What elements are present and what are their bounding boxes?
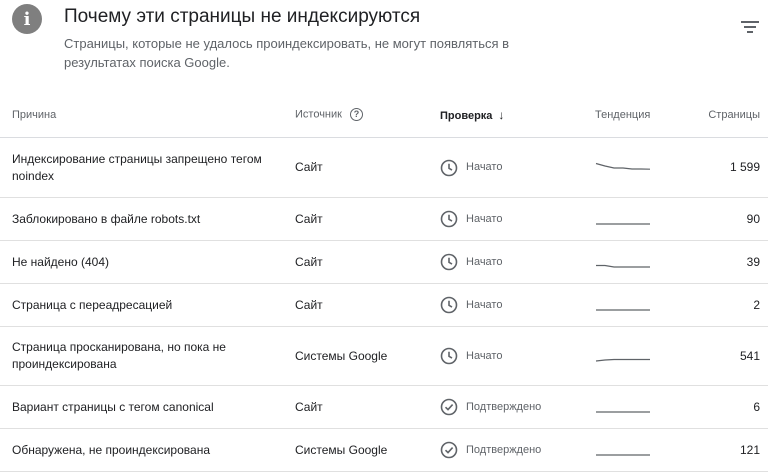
sparkline-path bbox=[596, 264, 650, 268]
trend-sparkline bbox=[596, 411, 650, 413]
status-text: Начато bbox=[466, 298, 503, 311]
page-title: Почему эти страницы не индексируются bbox=[64, 6, 421, 27]
check-circle-icon bbox=[440, 441, 466, 459]
check-cell: Начато bbox=[440, 240, 595, 284]
trend-cell bbox=[595, 428, 695, 472]
status-text: Подтверждено bbox=[466, 400, 542, 413]
check-cell: Начато bbox=[440, 283, 595, 327]
trend-sparkline bbox=[596, 454, 650, 456]
pages-cell: 121 bbox=[695, 428, 768, 472]
check-cell: Подтверждено bbox=[440, 428, 595, 472]
status-text: Подтверждено bbox=[466, 443, 542, 456]
table-row[interactable]: Страница с переадресацией Сайт Начато 2 bbox=[0, 283, 768, 327]
status-text: Начато bbox=[466, 255, 503, 268]
check-cell: Начато bbox=[440, 137, 595, 198]
clock-icon bbox=[440, 253, 466, 271]
reason-cell: Не найдено (404) bbox=[0, 240, 295, 284]
sparkline-path bbox=[595, 162, 651, 170]
table-row[interactable]: Не найдено (404) Сайт Начато 39 bbox=[0, 240, 768, 284]
sparkline-path bbox=[595, 358, 650, 362]
check-cell: Подтверждено bbox=[440, 385, 595, 429]
table-row[interactable]: Страница просканирована, но пока не прои… bbox=[0, 326, 768, 386]
reason-cell: Вариант страницы с тегом canonical bbox=[0, 385, 295, 429]
table-row[interactable]: Заблокировано в файле robots.txt Сайт Нача… bbox=[0, 197, 768, 241]
column-header-trend: Тенденция bbox=[595, 92, 695, 138]
source-cell: Системы Google bbox=[295, 326, 440, 386]
reason-cell: Заблокировано в файле robots.txt bbox=[0, 197, 295, 241]
pages-cell: 541 bbox=[695, 326, 768, 386]
trend-sparkline bbox=[595, 162, 651, 170]
column-header-pages[interactable]: Страницы bbox=[695, 92, 768, 138]
status-text: Начато bbox=[466, 349, 503, 362]
source-cell: Сайт bbox=[295, 137, 440, 198]
source-cell: Сайт bbox=[295, 240, 440, 284]
trend-sparkline bbox=[596, 223, 650, 225]
source-cell: Системы Google bbox=[295, 428, 440, 472]
help-icon[interactable]: ? bbox=[349, 108, 363, 121]
pages-cell: 39 bbox=[695, 240, 768, 284]
table-row[interactable]: Обнаружена, не проиндексирована Системы G… bbox=[0, 428, 768, 472]
trend-sparkline bbox=[596, 309, 650, 311]
trend-cell bbox=[595, 326, 695, 386]
info-icon: i bbox=[12, 4, 42, 34]
table-header-row: Причина Источник? Проверка ↓ Тенденция Ст… bbox=[0, 92, 768, 138]
trend-cell bbox=[595, 197, 695, 241]
sort-down-icon: ↓ bbox=[498, 107, 505, 122]
clock-icon bbox=[440, 296, 466, 314]
trend-cell bbox=[595, 137, 695, 198]
table-row[interactable]: Вариант страницы с тегом canonical Сайт По… bbox=[0, 385, 768, 429]
pages-cell: 6 bbox=[695, 385, 768, 429]
status-text: Начато bbox=[466, 161, 503, 173]
reason-cell: Страница с переадресацией bbox=[0, 283, 295, 327]
source-cell: Сайт bbox=[295, 385, 440, 429]
trend-cell bbox=[595, 385, 695, 429]
clock-icon bbox=[440, 347, 466, 365]
trend-sparkline bbox=[596, 264, 650, 268]
status-text: Начато bbox=[466, 212, 503, 225]
column-header-source[interactable]: Источник? bbox=[295, 92, 440, 138]
check-circle-icon bbox=[440, 398, 466, 416]
filter-icon[interactable] bbox=[738, 16, 762, 36]
table-row[interactable]: Индексирование страницы запрещено тегом … bbox=[0, 137, 768, 198]
check-cell: Начато bbox=[440, 197, 595, 241]
reason-cell: Страница просканирована, но пока не прои… bbox=[0, 326, 295, 386]
trend-cell bbox=[595, 240, 695, 284]
pages-cell: 1 599 bbox=[695, 137, 768, 198]
pages-cell: 90 bbox=[695, 197, 768, 241]
source-cell: Сайт bbox=[295, 197, 440, 241]
pages-cell: 2 bbox=[695, 283, 768, 327]
clock-icon bbox=[440, 159, 466, 177]
reason-cell: Индексирование страницы запрещено тегом … bbox=[0, 137, 295, 198]
source-cell: Сайт bbox=[295, 283, 440, 327]
clock-icon bbox=[440, 210, 466, 228]
reason-cell: Обнаружена, не проиндексирована bbox=[0, 428, 295, 472]
column-header-check[interactable]: Проверка ↓ bbox=[440, 92, 595, 138]
trend-sparkline bbox=[595, 358, 650, 362]
check-cell: Начато bbox=[440, 326, 595, 386]
page-subtitle: Страницы, которые не удалось проиндексир… bbox=[64, 36, 510, 70]
column-header-reason[interactable]: Причина bbox=[0, 92, 295, 138]
issues-table: Причина Источник? Проверка ↓ Тенденция Ст… bbox=[0, 92, 768, 472]
trend-cell bbox=[595, 283, 695, 327]
